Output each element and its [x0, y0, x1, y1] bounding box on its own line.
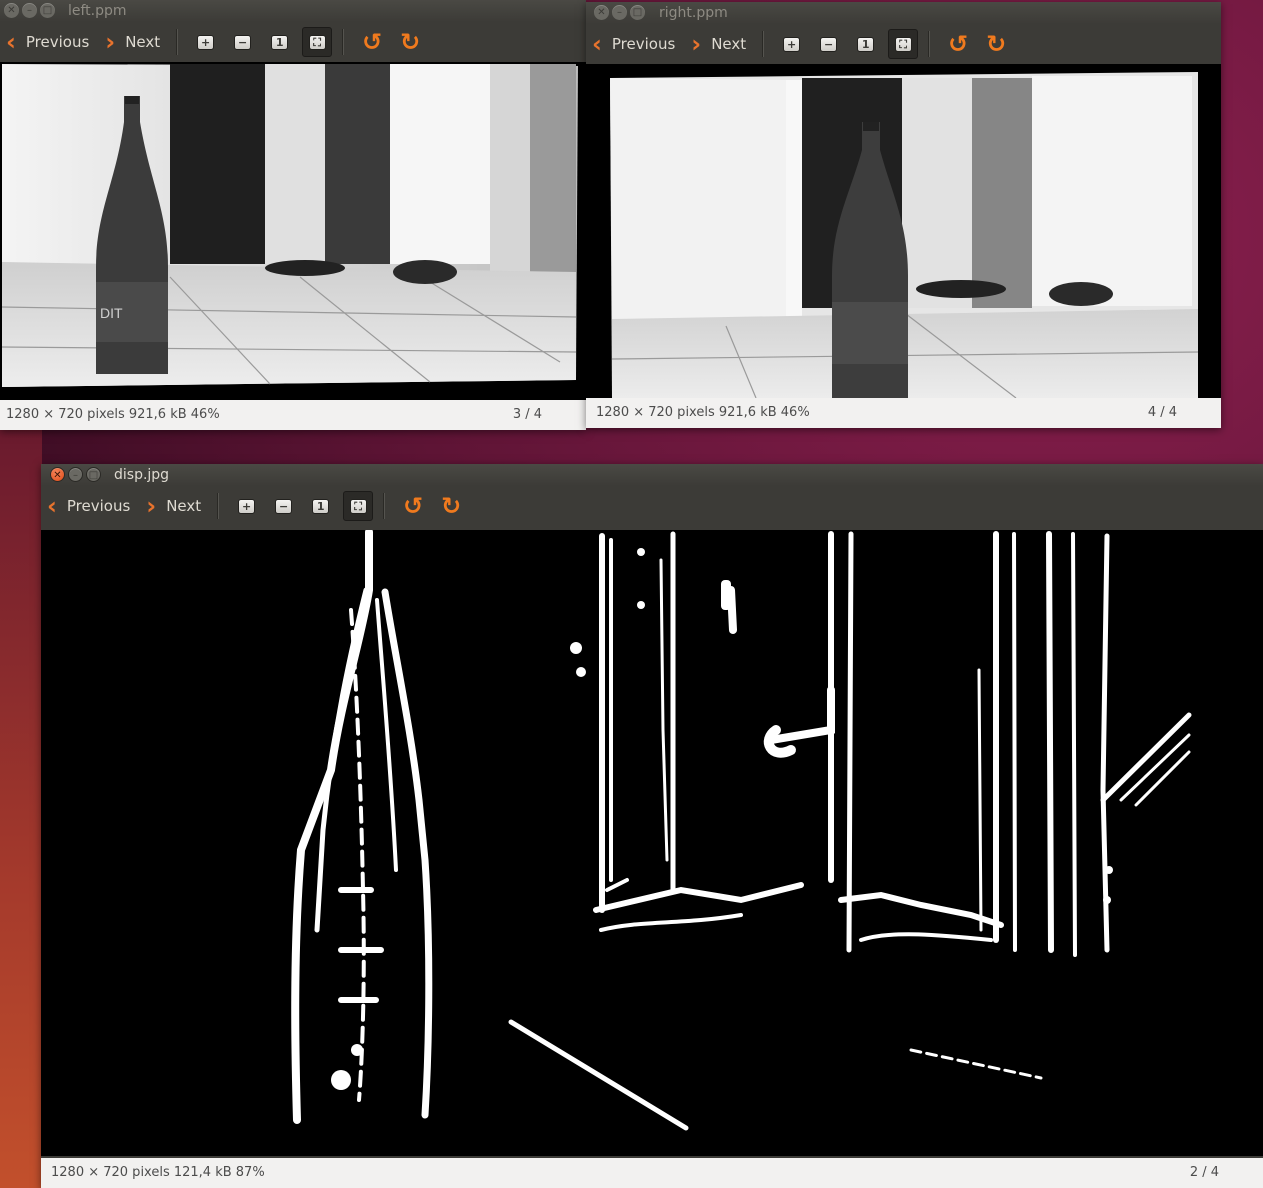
zoom-in-icon[interactable]: +	[238, 498, 256, 514]
previous-button[interactable]: ‹ Previous	[592, 32, 675, 56]
chevron-right-icon: ›	[105, 28, 116, 56]
zoom-out-icon[interactable]: −	[820, 36, 838, 52]
zoom-fit-button[interactable]: ⛶	[343, 491, 374, 521]
toolbar-separator	[176, 29, 178, 55]
close-icon[interactable]: ✕	[50, 467, 65, 482]
image-info: 1280 × 720 pixels 921,6 kB 46%	[6, 407, 220, 422]
zoom-in-icon[interactable]: +	[783, 36, 801, 52]
statusbar: 1280 × 720 pixels 121,4 kB 87% 2 / 4	[41, 1158, 1263, 1188]
image-position: 2 / 4	[1189, 1165, 1219, 1180]
rotate-left-icon[interactable]: ↺	[401, 494, 425, 518]
rotate-right-icon[interactable]: ↻	[398, 30, 422, 54]
zoom-fit-icon: ⛶	[308, 34, 326, 50]
zoom-normal-icon[interactable]: 1	[312, 498, 330, 514]
toolbar: ‹ Previous › Next + − 1 ⛶ ↺ ↻	[586, 24, 1221, 64]
image-info: 1280 × 720 pixels 921,6 kB 46%	[596, 405, 810, 420]
toolbar-separator	[342, 29, 344, 55]
maximize-icon[interactable]: □	[40, 3, 55, 18]
toolbar-separator	[383, 493, 385, 519]
previous-button[interactable]: ‹ Previous	[47, 494, 130, 518]
image-info: 1280 × 720 pixels 121,4 kB 87%	[51, 1165, 265, 1180]
rotate-right-icon[interactable]: ↻	[439, 494, 463, 518]
previous-button[interactable]: ‹ Previous	[6, 30, 89, 54]
minimize-icon[interactable]: –	[68, 467, 83, 482]
zoom-normal-icon[interactable]: 1	[271, 34, 289, 50]
zoom-fit-button[interactable]: ⛶	[302, 27, 333, 57]
bottle-label: DIT	[100, 305, 123, 321]
image-position: 3 / 4	[512, 407, 542, 422]
zoom-in-icon[interactable]: +	[197, 34, 215, 50]
statusbar: 1280 × 720 pixels 921,6 kB 46% 4 / 4	[586, 398, 1221, 428]
desktop-background	[0, 430, 42, 1188]
left-camera-image: DIT	[1, 64, 578, 387]
window-title: disp.jpg	[114, 467, 170, 483]
image-viewer-window-right: ✕ – □ right.ppm ‹ Previous › Next + − 1 …	[586, 2, 1221, 428]
zoom-normal-icon[interactable]: 1	[857, 36, 875, 52]
maximize-icon[interactable]: □	[630, 5, 645, 20]
rotate-right-icon[interactable]: ↻	[984, 32, 1008, 56]
image-view[interactable]: DIT	[0, 62, 586, 400]
zoom-out-icon[interactable]: −	[275, 498, 293, 514]
statusbar: 1280 × 720 pixels 921,6 kB 46% 3 / 4	[0, 400, 586, 430]
chevron-right-icon: ›	[146, 492, 157, 520]
rotate-left-icon[interactable]: ↺	[946, 32, 970, 56]
next-button[interactable]: › Next	[146, 494, 201, 518]
toolbar-separator	[762, 31, 764, 57]
titlebar[interactable]: ✕ – □ right.ppm	[586, 2, 1221, 24]
window-title: right.ppm	[659, 5, 728, 21]
image-viewer-window-disp: ✕ – □ disp.jpg ‹ Previous › Next + − 1 ⛶…	[41, 464, 1263, 1188]
toolbar-separator	[928, 31, 930, 57]
window-title: left.ppm	[68, 3, 127, 19]
toolbar: ‹ Previous › Next + − 1 ⛶ ↺ ↻	[41, 486, 1263, 526]
rotate-left-icon[interactable]: ↺	[360, 30, 384, 54]
toolbar-separator	[217, 493, 219, 519]
chevron-left-icon: ‹	[592, 30, 602, 58]
titlebar[interactable]: ✕ – □ left.ppm	[0, 0, 586, 22]
chevron-right-icon: ›	[691, 30, 702, 58]
zoom-out-icon[interactable]: −	[234, 34, 252, 50]
chevron-left-icon: ‹	[47, 492, 57, 520]
right-camera-image	[610, 72, 1199, 398]
close-icon[interactable]: ✕	[4, 3, 19, 18]
toolbar: ‹ Previous › Next + − 1 ⛶ ↺ ↻	[0, 22, 586, 62]
image-view[interactable]	[41, 530, 1263, 1156]
zoom-fit-button[interactable]: ⛶	[888, 29, 919, 59]
zoom-fit-icon: ⛶	[349, 498, 367, 514]
image-viewer-window-left: ✕ – □ left.ppm ‹ Previous › Next + − 1 ⛶…	[0, 0, 586, 430]
close-icon[interactable]: ✕	[594, 5, 609, 20]
disparity-map-image	[41, 530, 1263, 1156]
titlebar[interactable]: ✕ – □ disp.jpg	[41, 464, 1263, 486]
image-position: 4 / 4	[1147, 405, 1177, 420]
next-button[interactable]: › Next	[105, 30, 160, 54]
image-view[interactable]	[586, 64, 1221, 398]
minimize-icon[interactable]: –	[612, 5, 627, 20]
chevron-left-icon: ‹	[6, 28, 16, 56]
minimize-icon[interactable]: –	[22, 3, 37, 18]
next-button[interactable]: › Next	[691, 32, 746, 56]
maximize-icon[interactable]: □	[86, 467, 101, 482]
zoom-fit-icon: ⛶	[894, 36, 912, 52]
